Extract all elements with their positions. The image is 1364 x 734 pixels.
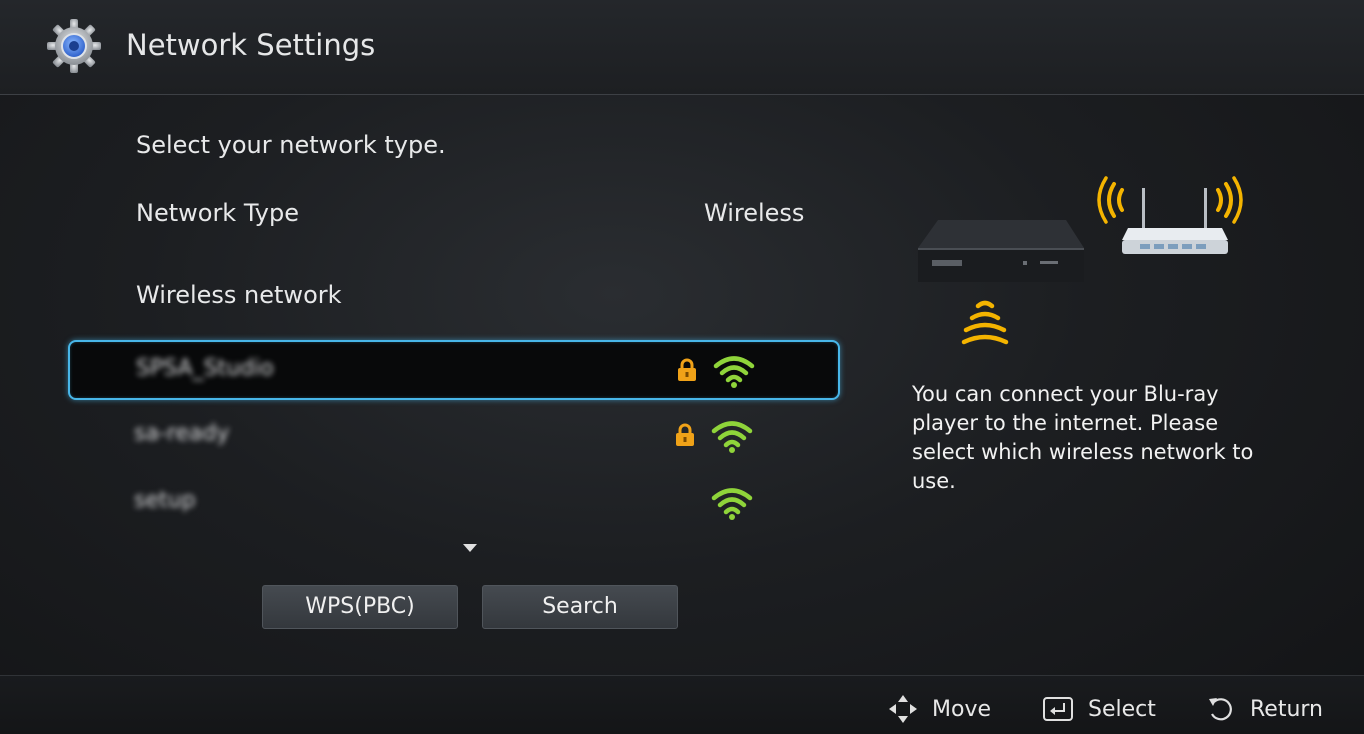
page-title: Network Settings — [126, 28, 376, 62]
move-hint: Move — [888, 694, 991, 724]
move-label: Move — [932, 696, 991, 722]
return-hint: Return — [1206, 694, 1323, 724]
lock-icon — [678, 358, 696, 381]
network-ssid: setup — [134, 488, 196, 513]
router-signal-icon — [1097, 176, 1243, 224]
wireless-network-heading: Wireless network — [136, 281, 342, 309]
header-bar: Network Settings — [0, 0, 1364, 95]
select-hint: Select — [1042, 694, 1156, 724]
wps-pbc-button[interactable]: WPS(PBC) — [262, 585, 458, 629]
move-arrows-icon — [889, 695, 917, 723]
bluray-player-icon — [918, 220, 1084, 282]
help-description: You can connect your Blu-ray player to t… — [912, 382, 1254, 493]
wifi-signal-icon — [713, 356, 755, 388]
network-list-item[interactable]: sa-ready — [68, 407, 840, 467]
wifi-signal-icon — [711, 421, 753, 453]
network-type-label[interactable]: Network Type — [136, 199, 299, 227]
network-list-item[interactable]: setup — [68, 474, 840, 534]
network-ssid: sa-ready — [134, 421, 230, 446]
network-list-item[interactable]: SPSA_Studio — [68, 340, 840, 400]
return-icon — [1209, 698, 1232, 721]
return-label: Return — [1250, 696, 1324, 722]
network-ssid: SPSA_Studio — [136, 356, 274, 381]
lock-icon — [676, 423, 694, 446]
select-label: Select — [1088, 696, 1156, 722]
chevron-down-icon[interactable] — [463, 544, 477, 552]
instruction-text: Select your network type. — [136, 131, 446, 159]
footer-bar: Move Select Return — [0, 675, 1364, 734]
gear-icon — [47, 19, 101, 73]
wireless-router-icon — [1122, 188, 1228, 254]
wifi-signal-icon — [711, 488, 753, 520]
player-signal-icon — [961, 300, 1009, 345]
player-router-illustration — [918, 176, 1243, 345]
network-type-value[interactable]: Wireless — [704, 199, 804, 227]
enter-icon — [1043, 697, 1073, 721]
search-button[interactable]: Search — [482, 585, 678, 629]
